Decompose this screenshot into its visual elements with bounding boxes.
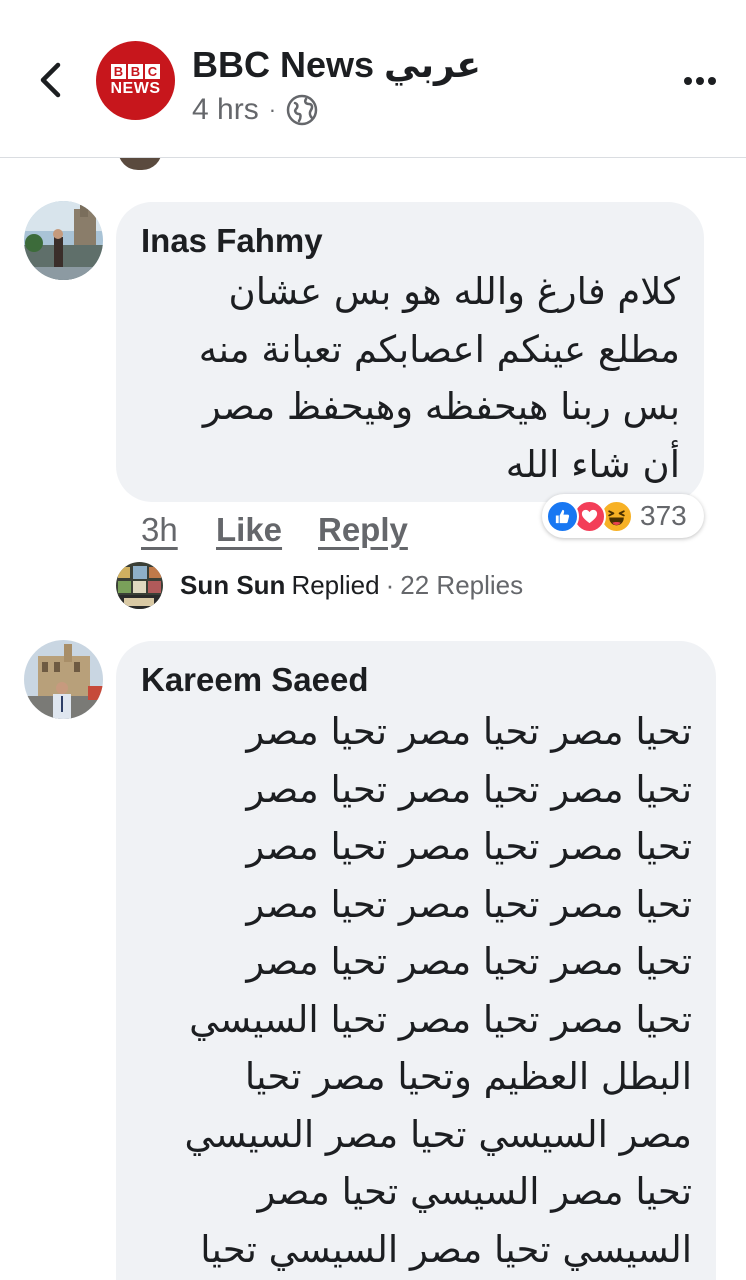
meta-separator: · — [268, 97, 277, 122]
comment-line: البطل العظيم وتحيا مصر تحيا — [244, 1055, 692, 1098]
reply-count: 22 Replies — [400, 570, 524, 600]
bbc-news-logo[interactable]: B B C NEWS — [96, 41, 175, 120]
avatar[interactable] — [24, 201, 103, 280]
avatar — [116, 562, 163, 609]
post-time[interactable]: 4 hrs — [192, 93, 259, 127]
post-meta: 4 hrs · — [192, 93, 318, 127]
reaction-count: 373 — [640, 500, 687, 531]
comment-author[interactable]: Inas Fahmy — [141, 222, 323, 260]
view-replies-link[interactable]: Sun Sun Replied · 22 Replies — [116, 562, 523, 609]
page-name[interactable]: BBC News عربي — [192, 44, 481, 86]
comment-line: تحيا مصر تحيا مصر تحيا مصر — [246, 882, 692, 926]
comment-line: بس ربنا هيحفظه وهيحفظ مصر — [202, 385, 680, 428]
bbc-logo-letters: B B C — [111, 64, 160, 79]
comment-line: مصر السيسي تحيا مصر السيسي — [184, 1112, 692, 1156]
chevron-left-icon — [40, 62, 61, 98]
back-button[interactable] — [30, 60, 70, 100]
comment-text: كلام فارغ والله هو بس عشان مطلع عينكم اع… — [140, 263, 680, 493]
more-dots-icon — [684, 77, 716, 85]
like-icon — [546, 499, 579, 533]
post-header: B B C NEWS BBC News عربي 4 hrs · — [0, 0, 746, 158]
comment-line: تحيا مصر تحيا مصر تحيا مصر — [246, 825, 692, 868]
comment-time[interactable]: 3h — [141, 511, 178, 549]
reply-author: Sun Sun — [180, 570, 286, 600]
more-options-button[interactable] — [678, 66, 722, 96]
avatar-photo — [24, 201, 103, 280]
comment-line: تحيا مصر تحيا مصر تحيا مصر — [246, 710, 692, 753]
reactions-summary[interactable]: 373 — [542, 494, 704, 538]
globe-icon — [286, 94, 318, 126]
comment-line: تحيا مصر تحيا مصر تحيا مصر — [246, 940, 692, 983]
comment-line: تحيا مصر تحيا مصر تحيا السيسي — [189, 997, 692, 1041]
avatar[interactable] — [24, 640, 103, 719]
comment-line: كلام فارغ والله هو بس عشان — [228, 270, 680, 313]
reply-separator: · — [385, 570, 395, 600]
comment-line: مطلع عينكم اعصابكم تعبانة منه — [198, 327, 680, 371]
comment-text: تحيا مصر تحيا مصر تحيا مصر تحيا مصر تحيا… — [130, 703, 692, 1278]
reply-verb: Replied — [291, 570, 380, 600]
reply-button[interactable]: Reply — [318, 511, 408, 549]
logo-news-word: NEWS — [110, 80, 161, 97]
comment-line: أن شاء الله — [505, 442, 680, 486]
comment-line: تحيا مصر تحيا مصر تحيا مصر — [246, 767, 692, 811]
like-button[interactable]: Like — [216, 511, 282, 549]
avatar-photo — [24, 640, 103, 719]
comment-line: تحيا مصر السيسي تحيا مصر — [257, 1170, 693, 1213]
comment-line: السيسي تحيا مصر السيسي تحيا — [200, 1227, 692, 1271]
comment-author[interactable]: Kareem Saeed — [141, 661, 368, 699]
